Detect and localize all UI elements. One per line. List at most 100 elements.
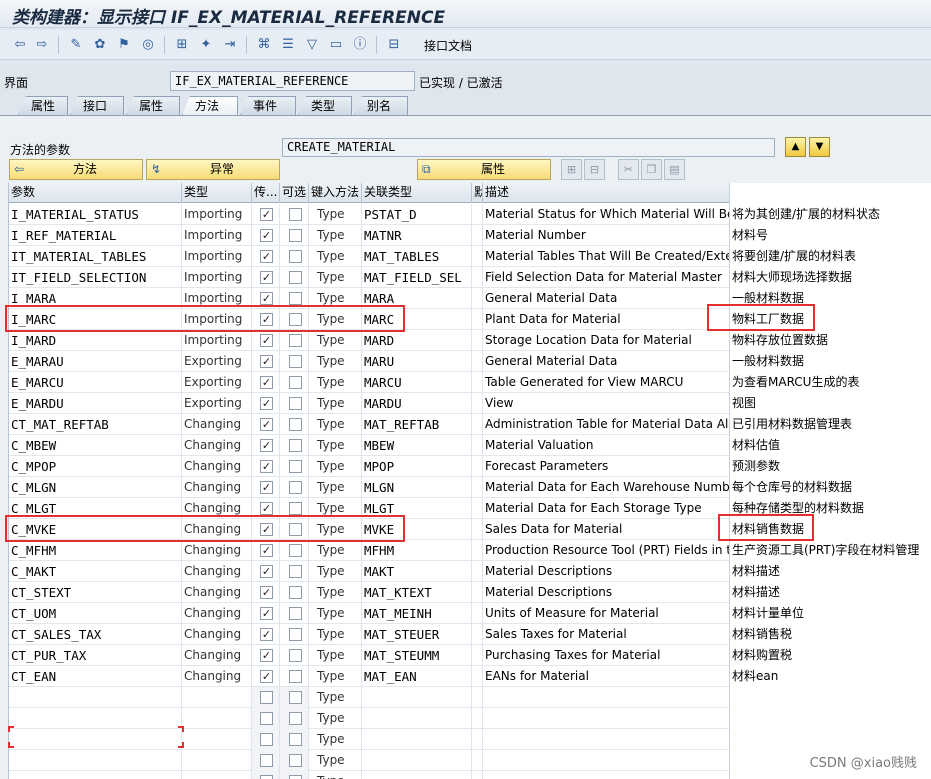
param-name-cell[interactable]: I_REF_MATERIAL xyxy=(9,225,182,246)
pass-by-value-cell[interactable]: ✓ xyxy=(252,204,280,225)
param-name-cell[interactable]: E_MARCU xyxy=(9,372,182,393)
table-row[interactable]: I_MATERIAL_STATUS Importing ✓ Type PSTAT_D Ma… xyxy=(9,204,729,225)
pass-by-value-cell[interactable] xyxy=(252,750,280,771)
optional-cell[interactable] xyxy=(280,414,309,435)
param-type-cell[interactable]: Importing xyxy=(182,246,252,267)
associated-type-cell[interactable]: MAT_FIELD_SEL xyxy=(362,267,472,288)
default-cell[interactable] xyxy=(472,750,483,771)
description-cell[interactable]: Field Selection Data for Material Master xyxy=(483,267,729,288)
typing-method-cell[interactable]: Type xyxy=(309,267,362,288)
param-name-cell[interactable] xyxy=(9,750,182,771)
pass-by-value-cell[interactable]: ✓ xyxy=(252,267,280,288)
default-cell[interactable] xyxy=(472,624,483,645)
param-name-cell[interactable]: CT_MAT_REFTAB xyxy=(9,414,182,435)
param-name-cell[interactable]: C_MAKT xyxy=(9,561,182,582)
pass-by-value-checkbox[interactable]: ✓ xyxy=(260,628,273,641)
associated-type-cell[interactable]: MAKT xyxy=(362,561,472,582)
param-name-cell[interactable]: C_MPOP xyxy=(9,456,182,477)
pass-by-value-checkbox[interactable]: ✓ xyxy=(260,670,273,683)
table-row[interactable]: C_MFHM Changing ✓ Type MFHM Production Resour… xyxy=(9,540,729,561)
pass-by-value-checkbox[interactable]: ✓ xyxy=(260,355,273,368)
param-type-cell[interactable]: Changing xyxy=(182,645,252,666)
optional-cell[interactable] xyxy=(280,729,309,750)
typing-method-cell[interactable]: Type xyxy=(309,561,362,582)
pass-by-value-checkbox[interactable]: ✓ xyxy=(260,229,273,242)
tab-properties[interactable]: 属性 xyxy=(18,96,68,115)
description-cell[interactable] xyxy=(483,771,729,779)
table-row[interactable]: C_MLGN Changing ✓ Type MLGN Material Data for… xyxy=(9,477,729,498)
description-cell[interactable]: General Material Data xyxy=(483,351,729,372)
param-name-cell[interactable]: CT_PUR_TAX xyxy=(9,645,182,666)
tab-events[interactable]: 事件 xyxy=(240,96,296,115)
table-row[interactable]: C_MAKT Changing ✓ Type MAKT Material Descript… xyxy=(9,561,729,582)
tab-types[interactable]: 类型 xyxy=(298,96,352,115)
hierarchy-icon[interactable]: ⌘ xyxy=(254,35,274,55)
typing-method-cell[interactable]: Type xyxy=(309,204,362,225)
pass-by-value-cell[interactable]: ✓ xyxy=(252,393,280,414)
optional-cell[interactable] xyxy=(280,750,309,771)
header-pass-by-value[interactable]: 传... xyxy=(252,183,280,203)
default-cell[interactable] xyxy=(472,561,483,582)
param-name-cell[interactable]: CT_STEXT xyxy=(9,582,182,603)
param-name-cell[interactable]: E_MARDU xyxy=(9,393,182,414)
tab-attributes[interactable]: 属性 xyxy=(126,96,180,115)
default-cell[interactable] xyxy=(472,351,483,372)
table-row[interactable]: CT_EAN Changing ✓ Type MAT_EAN EANs for Mater… xyxy=(9,666,729,687)
optional-checkbox[interactable] xyxy=(289,754,302,767)
default-cell[interactable] xyxy=(472,708,483,729)
pass-by-value-cell[interactable]: ✓ xyxy=(252,351,280,372)
pass-by-value-cell[interactable]: ✓ xyxy=(252,603,280,624)
description-cell[interactable]: Material Descriptions xyxy=(483,561,729,582)
optional-cell[interactable] xyxy=(280,561,309,582)
optional-checkbox[interactable] xyxy=(289,670,302,683)
param-type-cell[interactable]: Changing xyxy=(182,540,252,561)
param-name-cell[interactable]: CT_EAN xyxy=(9,666,182,687)
typing-method-cell[interactable]: Type xyxy=(309,393,362,414)
pass-by-value-checkbox[interactable] xyxy=(260,691,273,704)
pass-by-value-checkbox[interactable]: ✓ xyxy=(260,544,273,557)
pass-by-value-cell[interactable]: ✓ xyxy=(252,540,280,561)
optional-cell[interactable] xyxy=(280,351,309,372)
tab-aliases[interactable]: 别名 xyxy=(354,96,408,115)
default-cell[interactable] xyxy=(472,729,483,750)
description-cell[interactable]: Administration Table for Material Data A… xyxy=(483,414,729,435)
table-row[interactable]: E_MARCU Exporting ✓ Type MARCU Table Generate… xyxy=(9,372,729,393)
optional-checkbox[interactable] xyxy=(289,334,302,347)
default-cell[interactable] xyxy=(472,603,483,624)
param-name-cell[interactable]: I_MARD xyxy=(9,330,182,351)
typing-method-cell[interactable]: Type xyxy=(309,708,362,729)
associated-type-cell[interactable] xyxy=(362,750,472,771)
param-name-cell[interactable] xyxy=(9,771,182,779)
cut-button[interactable]: ✂ xyxy=(618,159,639,180)
table-row[interactable]: C_MPOP Changing ✓ Type MPOP Forecast Paramete… xyxy=(9,456,729,477)
associated-type-cell[interactable]: MARU xyxy=(362,351,472,372)
description-cell[interactable]: Material Number xyxy=(483,225,729,246)
optional-checkbox[interactable] xyxy=(289,712,302,725)
pass-by-value-checkbox[interactable]: ✓ xyxy=(260,376,273,389)
header-default[interactable]: 默 xyxy=(472,183,483,203)
param-name-cell[interactable]: CT_SALES_TAX xyxy=(9,624,182,645)
default-cell[interactable] xyxy=(472,414,483,435)
optional-checkbox[interactable] xyxy=(289,607,302,620)
pass-by-value-cell[interactable]: ✓ xyxy=(252,645,280,666)
pass-by-value-cell[interactable]: ✓ xyxy=(252,582,280,603)
optional-cell[interactable] xyxy=(280,666,309,687)
wand-icon[interactable]: ✦ xyxy=(196,35,216,55)
default-cell[interactable] xyxy=(472,330,483,351)
param-type-cell[interactable]: Changing xyxy=(182,456,252,477)
paste-button[interactable]: ▤ xyxy=(664,159,685,180)
insert-row-button[interactable]: ⊞ xyxy=(561,159,582,180)
typing-method-cell[interactable]: Type xyxy=(309,414,362,435)
optional-checkbox[interactable] xyxy=(289,460,302,473)
pass-by-value-cell[interactable]: ✓ xyxy=(252,225,280,246)
object-list-icon[interactable]: ⊞ xyxy=(172,35,192,55)
description-cell[interactable] xyxy=(483,687,729,708)
pass-by-value-checkbox[interactable] xyxy=(260,775,273,779)
optional-checkbox[interactable] xyxy=(289,208,302,221)
typing-method-cell[interactable]: Type xyxy=(309,351,362,372)
optional-checkbox[interactable] xyxy=(289,397,302,410)
description-cell[interactable]: Plant Data for Material xyxy=(483,309,729,330)
description-cell[interactable]: General Material Data xyxy=(483,288,729,309)
pass-by-value-checkbox[interactable]: ✓ xyxy=(260,292,273,305)
param-type-cell[interactable]: Changing xyxy=(182,624,252,645)
